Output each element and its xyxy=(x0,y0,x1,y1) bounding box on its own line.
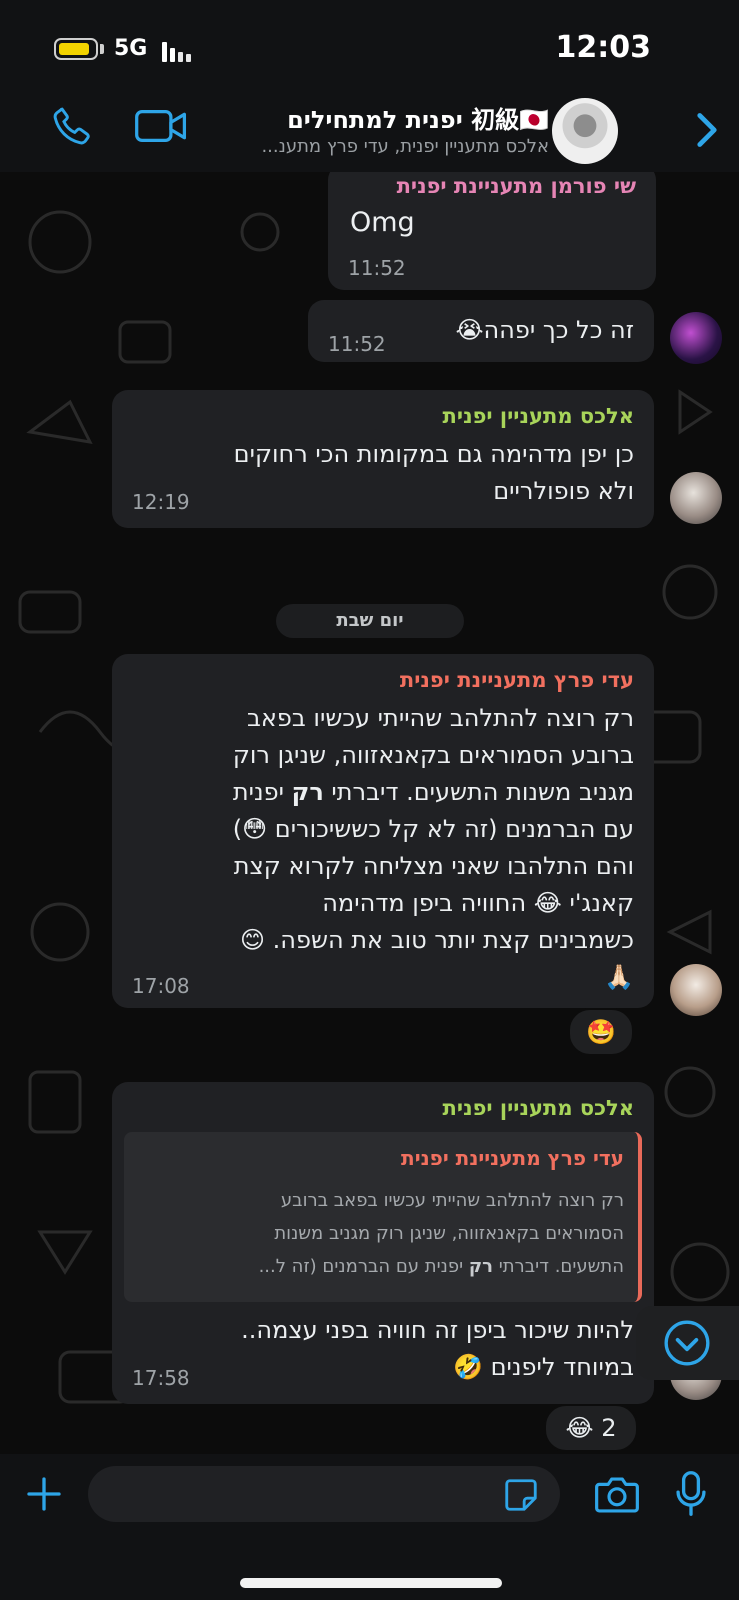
message-bubble[interactable]: שי פורמן מתעניינת יפנית Omg 11:52 xyxy=(328,172,656,290)
message-reaction[interactable]: 🤩 xyxy=(568,1008,634,1056)
sender-avatar[interactable] xyxy=(670,472,722,524)
message-text: להיות שיכור ביפן זה חוויה בפני עצמה.. במי… xyxy=(241,1316,634,1381)
message-time: 17:08 xyxy=(132,974,190,998)
message-reaction[interactable]: 😂 2 xyxy=(544,1404,638,1452)
battery-icon xyxy=(54,38,98,60)
phone-icon[interactable] xyxy=(50,104,94,148)
group-avatar[interactable] xyxy=(552,98,618,164)
quoted-message[interactable]: עדי פרץ מתעניינת יפנית רק רוצה להתלהב שה… xyxy=(124,1132,642,1302)
message-bubble[interactable]: זה כל כך יפהה😭 11:52 xyxy=(308,300,654,362)
video-icon[interactable] xyxy=(134,106,188,146)
chat-title[interactable]: 初級🇯🇵 יפנית למתחילים xyxy=(287,100,549,135)
sender-avatar[interactable] xyxy=(670,964,722,1016)
chevron-right-icon[interactable] xyxy=(694,110,720,150)
message-time: 11:52 xyxy=(348,256,406,280)
home-indicator xyxy=(240,1578,502,1588)
chat-subtitle[interactable]: אלכס מתעניין יפנית, עדי פרץ מתענ... xyxy=(189,136,549,157)
date-separator: יום שבת xyxy=(276,604,464,638)
plus-icon[interactable] xyxy=(24,1474,64,1514)
message-text: זה כל כך יפהה😭 xyxy=(455,316,634,344)
message-text: Omg xyxy=(350,207,415,238)
quoted-text: רק רוצה להתלהב שהייתי עכשיו בפאב ברובע ה… xyxy=(258,1190,624,1277)
message-text: כן יפן מדהימה גם במקומות הכי רחוקים ולא פ… xyxy=(233,440,634,505)
chat-area[interactable]: שי פורמן מתעניינת יפנית Omg 11:52 זה כל … xyxy=(0,172,739,1454)
chevron-down-circle-icon xyxy=(664,1320,710,1366)
message-sender: אלכס מתעניין יפנית xyxy=(442,404,634,428)
message-sender: שי פורמן מתעניינת יפנית xyxy=(396,174,636,198)
message-sender: אלכס מתעניין יפנית xyxy=(442,1096,634,1120)
clock: 12:03 xyxy=(555,30,652,65)
message-bubble[interactable]: אלכס מתעניין יפנית כן יפן מדהימה גם במקו… xyxy=(112,390,654,528)
sticker-icon[interactable] xyxy=(502,1476,540,1514)
quoted-sender: עדי פרץ מתעניינת יפנית xyxy=(401,1146,624,1170)
battery-tip xyxy=(100,44,104,54)
message-text: רק רוצה להתלהב שהייתי עכשיו בפאב ברובע ה… xyxy=(232,704,634,991)
network-type: 5G xyxy=(114,36,148,61)
scroll-down-button[interactable] xyxy=(636,1306,739,1380)
signal-icon xyxy=(162,40,202,62)
message-bubble[interactable]: אלכס מתעניין יפנית עדי פרץ מתעניינת יפני… xyxy=(112,1082,654,1404)
sender-avatar[interactable] xyxy=(670,312,722,364)
microphone-icon[interactable] xyxy=(674,1470,708,1518)
message-bubble[interactable]: עדי פרץ מתעניינת יפנית רק רוצה להתלהב שה… xyxy=(112,654,654,1008)
message-input[interactable] xyxy=(88,1466,560,1522)
message-time: 12:19 xyxy=(132,490,190,514)
message-time: 11:52 xyxy=(328,332,386,356)
message-time: 17:58 xyxy=(132,1366,190,1390)
message-sender: עדי פרץ מתעניינת יפנית xyxy=(399,668,634,692)
camera-icon[interactable] xyxy=(594,1474,640,1516)
